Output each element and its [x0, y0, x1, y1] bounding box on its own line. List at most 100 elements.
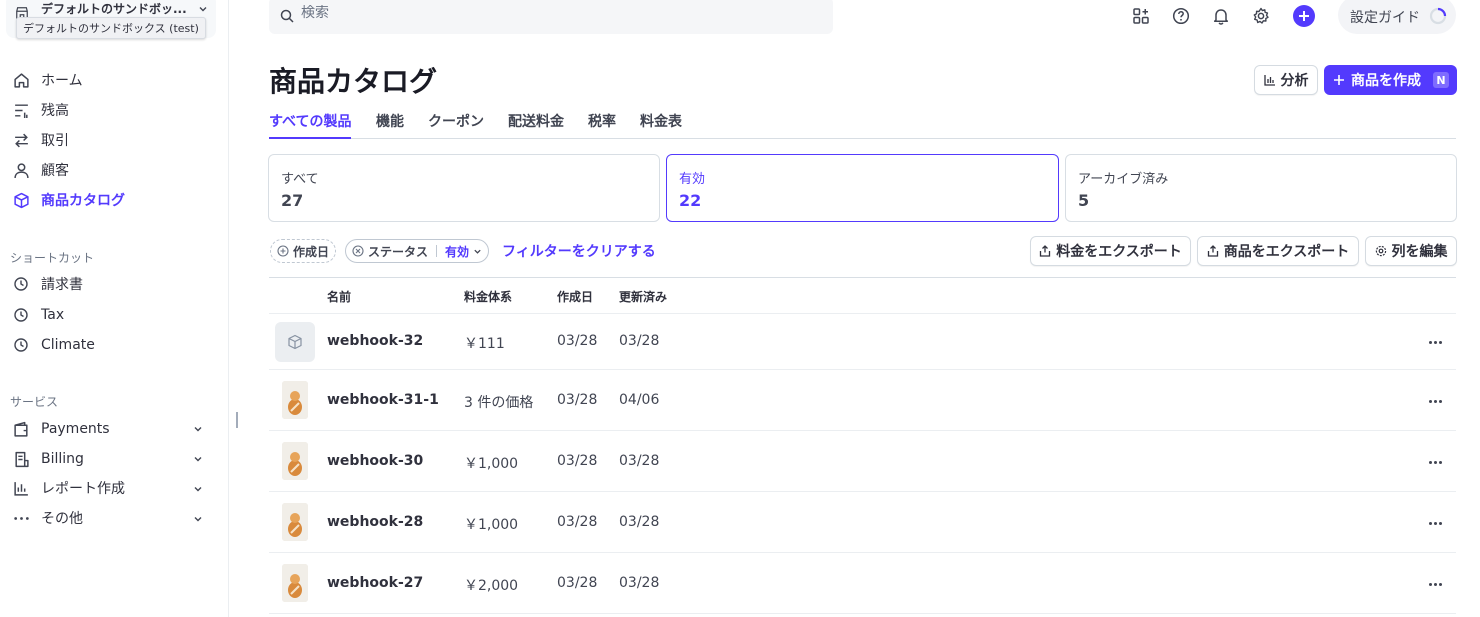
- product-pricing: ￥1,000: [464, 456, 519, 472]
- chevron-down-icon[interactable]: [193, 484, 203, 494]
- search-input[interactable]: [301, 5, 801, 21]
- account-tooltip: デフォルトのサンドボックス (test): [16, 17, 206, 39]
- tab-shipping-rates[interactable]: 配送料金: [508, 111, 564, 139]
- chevron-down-icon[interactable]: [193, 454, 203, 464]
- analyze-button[interactable]: 分析: [1254, 65, 1318, 95]
- billing-icon: [12, 450, 30, 468]
- product-pricing: 3 件の価格: [464, 395, 534, 411]
- remove-circle-icon[interactable]: [352, 245, 364, 257]
- plus-circle-icon: [277, 245, 289, 257]
- product-photo: [282, 442, 308, 480]
- export-icon: [1040, 245, 1051, 257]
- product-created: 03/28: [557, 575, 598, 591]
- filter-status[interactable]: ステータス 有効: [345, 239, 490, 263]
- create-product-button[interactable]: 商品を作成 N: [1324, 65, 1457, 95]
- product-name[interactable]: webhook-30: [327, 453, 423, 469]
- row-more-actions-icon[interactable]: [1429, 581, 1445, 587]
- clock-icon: [12, 275, 30, 293]
- services-title: サービス: [10, 395, 59, 409]
- search-bar[interactable]: [269, 0, 833, 34]
- edit-columns-button[interactable]: 列を編集: [1365, 236, 1457, 266]
- setup-guide-button[interactable]: 設定ガイド: [1338, 0, 1456, 34]
- quick-create-button[interactable]: [1293, 5, 1315, 27]
- product-created: 03/28: [557, 453, 598, 469]
- tab-coupons[interactable]: クーポン: [428, 111, 484, 139]
- chevron-down-icon: [474, 249, 481, 254]
- column-header-updated[interactable]: 更新済み: [619, 288, 667, 305]
- row-more-actions-icon[interactable]: [1429, 339, 1445, 345]
- export-icon: [1207, 245, 1218, 257]
- product-photo: [282, 381, 308, 419]
- chevron-down-icon[interactable]: [193, 514, 203, 524]
- clock-icon: [12, 336, 30, 354]
- table-row[interactable]: webhook-30 ￥1,000 03/28 03/28: [269, 431, 1456, 492]
- export-products-button[interactable]: 商品をエクスポート: [1197, 236, 1359, 266]
- help-icon[interactable]: [1171, 6, 1191, 26]
- sidebar-item-product-catalog[interactable]: 商品カタログ: [12, 188, 125, 212]
- tab-features[interactable]: 機能: [376, 111, 404, 139]
- product-created: 03/28: [557, 333, 598, 349]
- product-created: 03/28: [557, 392, 598, 408]
- balance-icon: [12, 101, 30, 119]
- product-updated: 03/28: [619, 514, 660, 530]
- bar-chart-icon: [1263, 75, 1275, 86]
- progress-ring-icon: [1429, 7, 1447, 25]
- product-updated: 03/28: [619, 453, 660, 469]
- tab-tax-rates[interactable]: 税率: [588, 111, 616, 139]
- product-name[interactable]: webhook-27: [327, 575, 423, 591]
- product-name[interactable]: webhook-28: [327, 514, 423, 530]
- shortcuts-title: ショートカット: [10, 251, 95, 265]
- product-photo: [282, 503, 308, 541]
- product-pricing: ￥1,000: [464, 517, 519, 533]
- column-header-pricing[interactable]: 料金体系: [464, 288, 512, 305]
- sidebar-item-reports[interactable]: レポート作成: [12, 476, 125, 500]
- sidebar-item-home[interactable]: ホーム: [12, 68, 83, 92]
- column-header-created[interactable]: 作成日: [557, 288, 593, 305]
- sidebar-resize-handle[interactable]: [236, 412, 238, 428]
- product-updated: 03/28: [619, 333, 660, 349]
- sidebar-item-invoices[interactable]: 請求書: [12, 272, 83, 296]
- sidebar-item-balance[interactable]: 残高: [12, 98, 69, 122]
- transactions-icon: [12, 131, 30, 149]
- keyboard-shortcut-badge: N: [1433, 72, 1449, 88]
- table-divider: [269, 277, 1456, 278]
- row-more-actions-icon[interactable]: [1429, 459, 1445, 465]
- export-prices-button[interactable]: 料金をエクスポート: [1030, 236, 1191, 266]
- product-name[interactable]: webhook-31-1: [327, 392, 439, 408]
- sidebar-item-climate[interactable]: Climate: [12, 333, 95, 357]
- plus-icon: [1299, 11, 1309, 21]
- home-icon: [12, 71, 30, 89]
- sidebar-item-more[interactable]: その他: [12, 506, 83, 530]
- sidebar-item-billing[interactable]: Billing: [12, 447, 84, 471]
- row-more-actions-icon[interactable]: [1429, 398, 1445, 404]
- customer-icon: [12, 161, 30, 179]
- table-row[interactable]: webhook-31-1 3 件の価格 03/28 04/06: [269, 370, 1456, 431]
- clear-filters-link[interactable]: フィルターをクリアする: [502, 241, 656, 261]
- chevron-down-icon[interactable]: [193, 424, 203, 434]
- sidebar-item-payments[interactable]: Payments: [12, 417, 110, 441]
- tab-pricing-tables[interactable]: 料金表: [640, 111, 682, 139]
- table-row[interactable]: webhook-28 ￥1,000 03/28 03/28: [269, 492, 1456, 553]
- sidebar-item-customers[interactable]: 顧客: [12, 158, 69, 182]
- search-icon: [280, 9, 294, 23]
- product-box-icon: [288, 334, 302, 350]
- status-card-archived[interactable]: アーカイブ済み 5: [1065, 154, 1457, 222]
- filter-created-date[interactable]: 作成日: [270, 239, 337, 263]
- row-more-actions-icon[interactable]: [1429, 520, 1445, 526]
- table-row[interactable]: webhook-32 ￥111 03/28 03/28: [269, 314, 1456, 370]
- apps-icon[interactable]: [1131, 6, 1151, 26]
- sidebar-item-tax[interactable]: Tax: [12, 303, 64, 327]
- column-header-name[interactable]: 名前: [327, 288, 351, 305]
- bell-icon[interactable]: [1211, 6, 1231, 26]
- more-icon: [12, 509, 30, 527]
- status-card-all[interactable]: すべて 27: [268, 154, 660, 222]
- gear-icon[interactable]: [1251, 6, 1271, 26]
- product-placeholder-image: [275, 322, 315, 362]
- product-name[interactable]: webhook-32: [327, 333, 423, 349]
- gear-icon: [1375, 245, 1386, 257]
- status-card-active[interactable]: 有効 22: [666, 154, 1059, 222]
- product-updated: 03/28: [619, 575, 660, 591]
- sidebar-item-transactions[interactable]: 取引: [12, 128, 69, 152]
- table-row[interactable]: webhook-27 ￥2,000 03/28 03/28: [269, 553, 1456, 614]
- tab-all-products[interactable]: すべての製品: [269, 111, 352, 139]
